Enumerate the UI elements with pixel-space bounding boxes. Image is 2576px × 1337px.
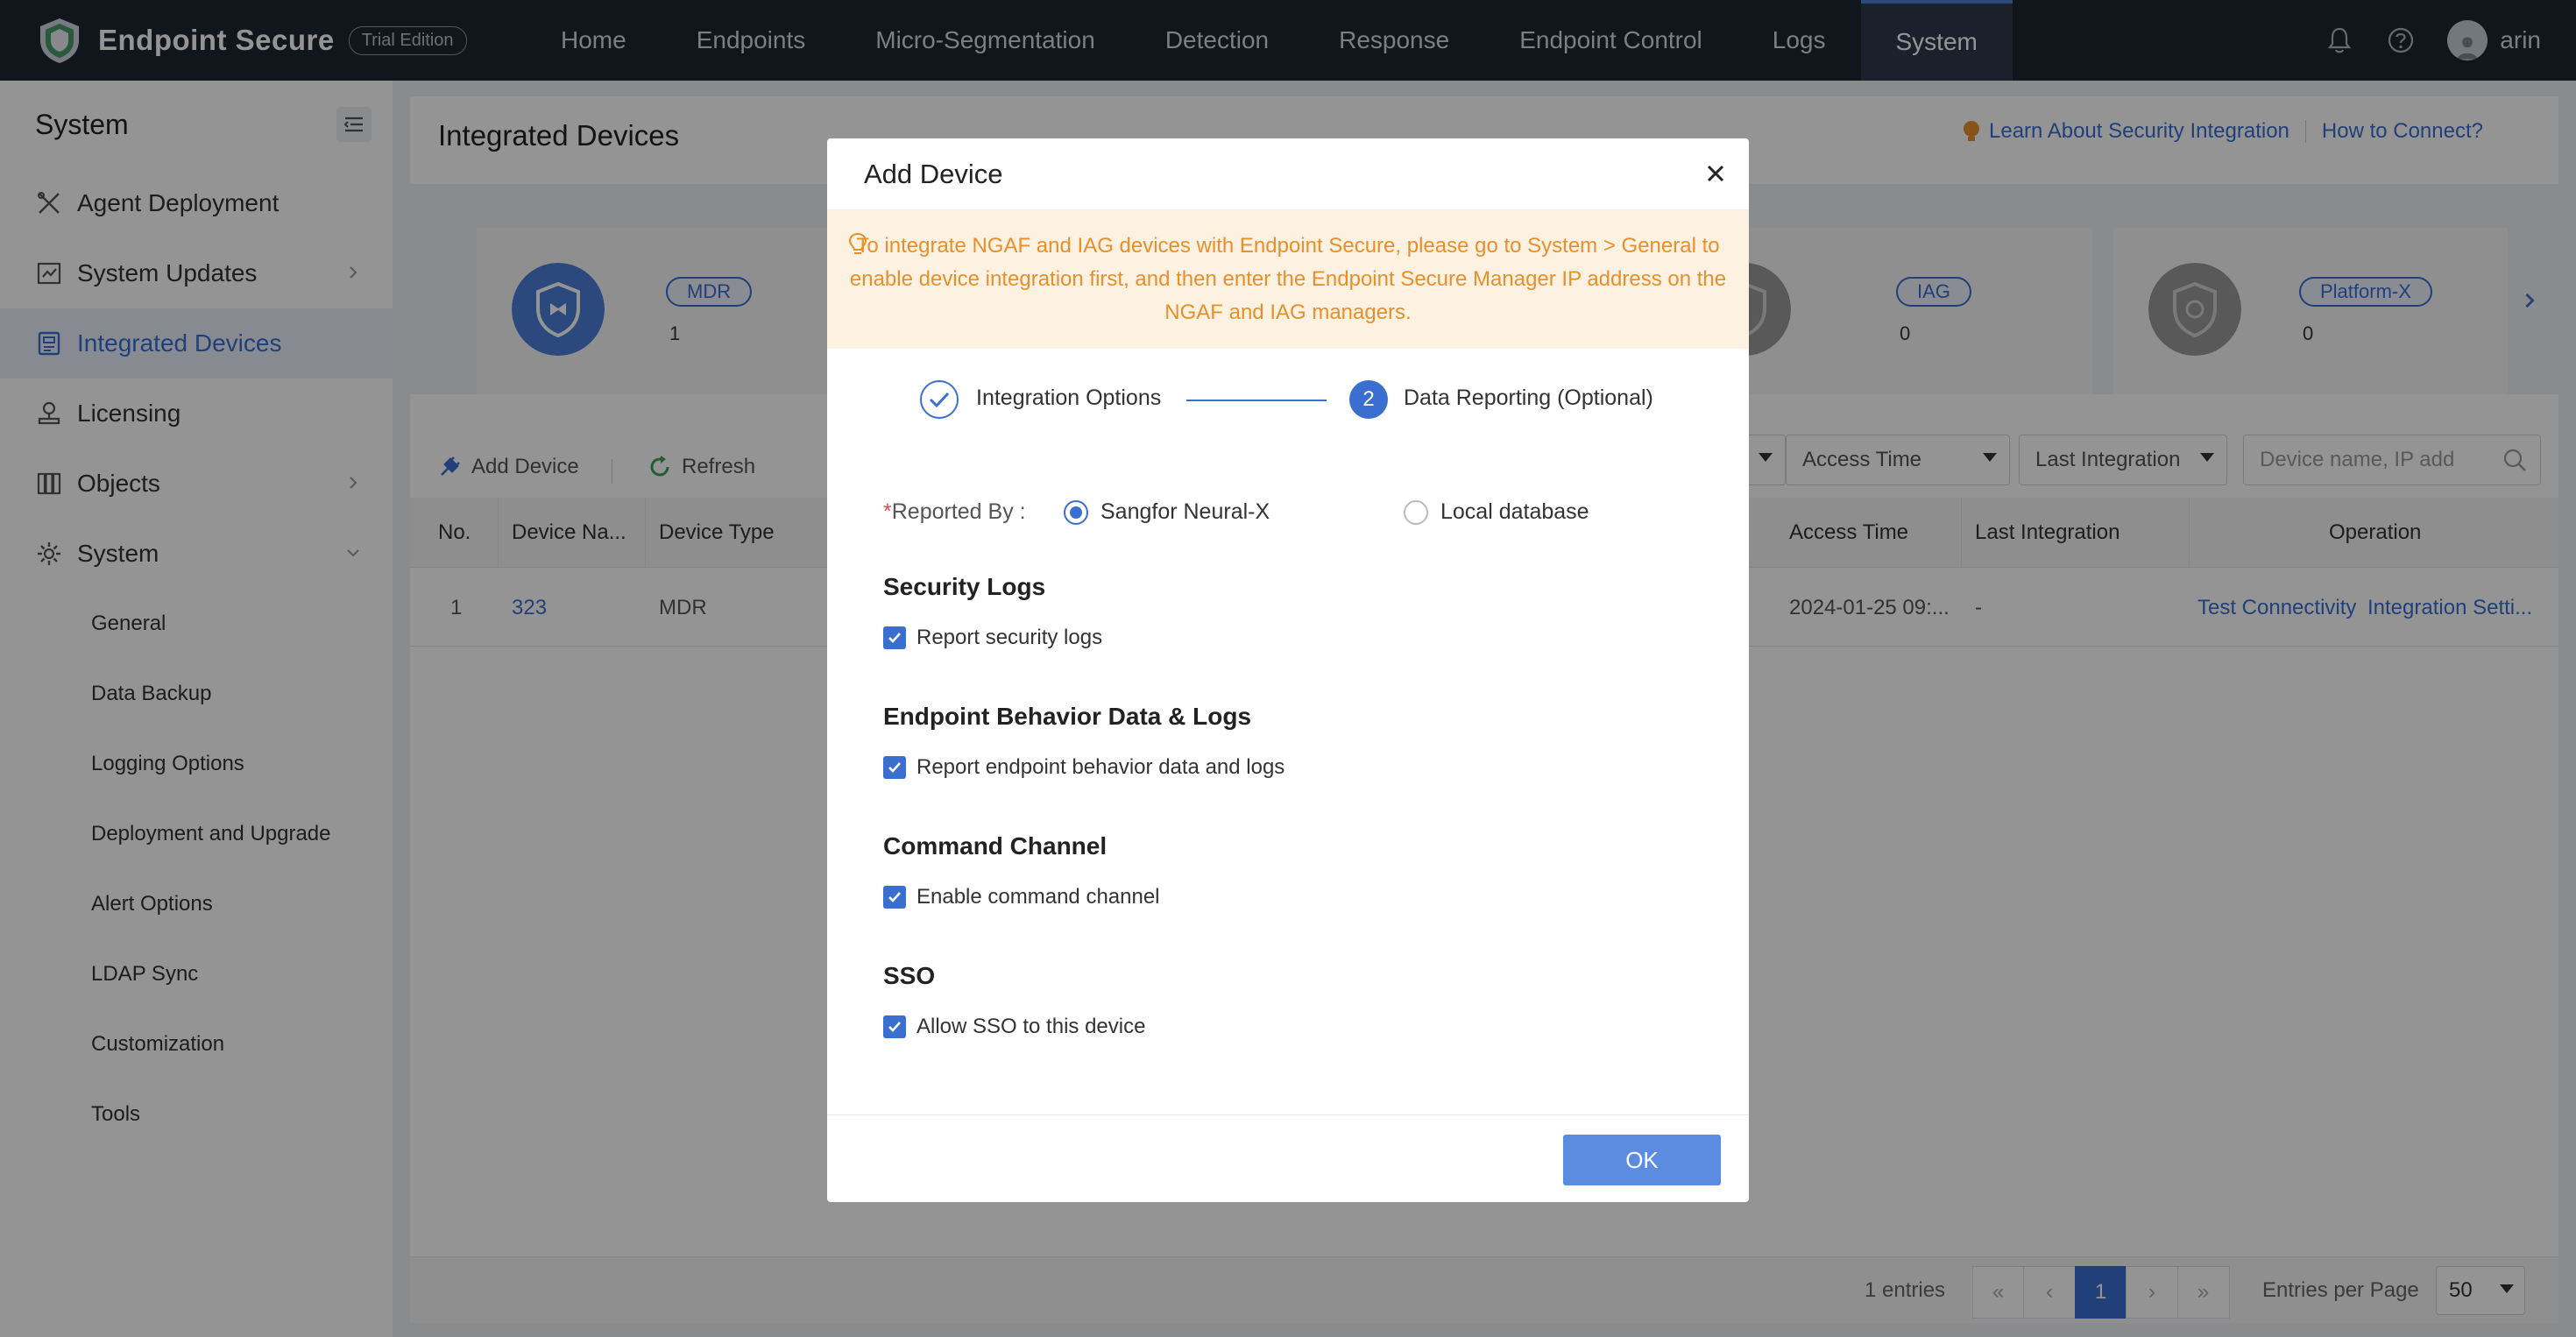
add-device-dialog: Add Device To integrate NGAF and IAG dev…: [827, 138, 1749, 1202]
dialog-header: Add Device: [827, 138, 1749, 210]
checkbox-checked[interactable]: [883, 1015, 906, 1038]
dialog-title: Add Device: [864, 158, 1003, 189]
integration-notice: To integrate NGAF and IAG devices with E…: [827, 210, 1749, 349]
checkbox-enable-command-channel[interactable]: Enable command channel: [883, 885, 1160, 909]
step-1-complete: [920, 380, 959, 419]
checkbox-report-endpoint-behavior[interactable]: Report endpoint behavior data and logs: [883, 755, 1284, 780]
checkbox-checked[interactable]: [883, 886, 906, 909]
radio-sangfor-neural-x[interactable]: Sangfor Neural-X: [1064, 499, 1270, 525]
notice-text: To integrate NGAF and IAG devices with E…: [849, 234, 1727, 324]
section-security-logs: Security Logs: [883, 573, 1046, 600]
checkbox-checked[interactable]: [883, 626, 906, 649]
step-2-number: 2: [1349, 380, 1388, 419]
step-connector: [1186, 400, 1327, 401]
checkbox-report-security-logs[interactable]: Report security logs: [883, 626, 1102, 650]
step-indicator: Integration Options 2 Data Reporting (Op…: [827, 380, 1749, 442]
check-icon: [888, 762, 901, 773]
lightbulb-icon: [848, 232, 867, 254]
step-2-label: Data Reporting (Optional): [1404, 386, 1653, 410]
radio-button-selected[interactable]: [1064, 499, 1088, 525]
step-1-label[interactable]: Integration Options: [976, 386, 1161, 411]
section-sso: SSO: [883, 962, 936, 989]
section-command-channel: Command Channel: [883, 832, 1108, 860]
reported-by-row: *Reported By : Sangfor Neural-X Local da…: [883, 496, 1724, 531]
section-endpoint-behavior: Endpoint Behavior Data & Logs: [883, 703, 1252, 730]
radio-local-database[interactable]: Local database: [1404, 499, 1589, 525]
check-icon: [929, 392, 950, 408]
dialog-footer: OK: [827, 1114, 1749, 1202]
reported-by-label: *Reported By :: [883, 499, 1026, 524]
check-icon: [888, 892, 901, 902]
ok-button[interactable]: OK: [1563, 1135, 1721, 1185]
check-icon: [888, 633, 901, 643]
close-icon[interactable]: [1698, 156, 1733, 191]
checkbox-allow-sso[interactable]: Allow SSO to this device: [883, 1015, 1145, 1039]
radio-button[interactable]: [1404, 499, 1428, 525]
checkbox-checked[interactable]: [883, 756, 906, 779]
check-icon: [888, 1022, 901, 1032]
